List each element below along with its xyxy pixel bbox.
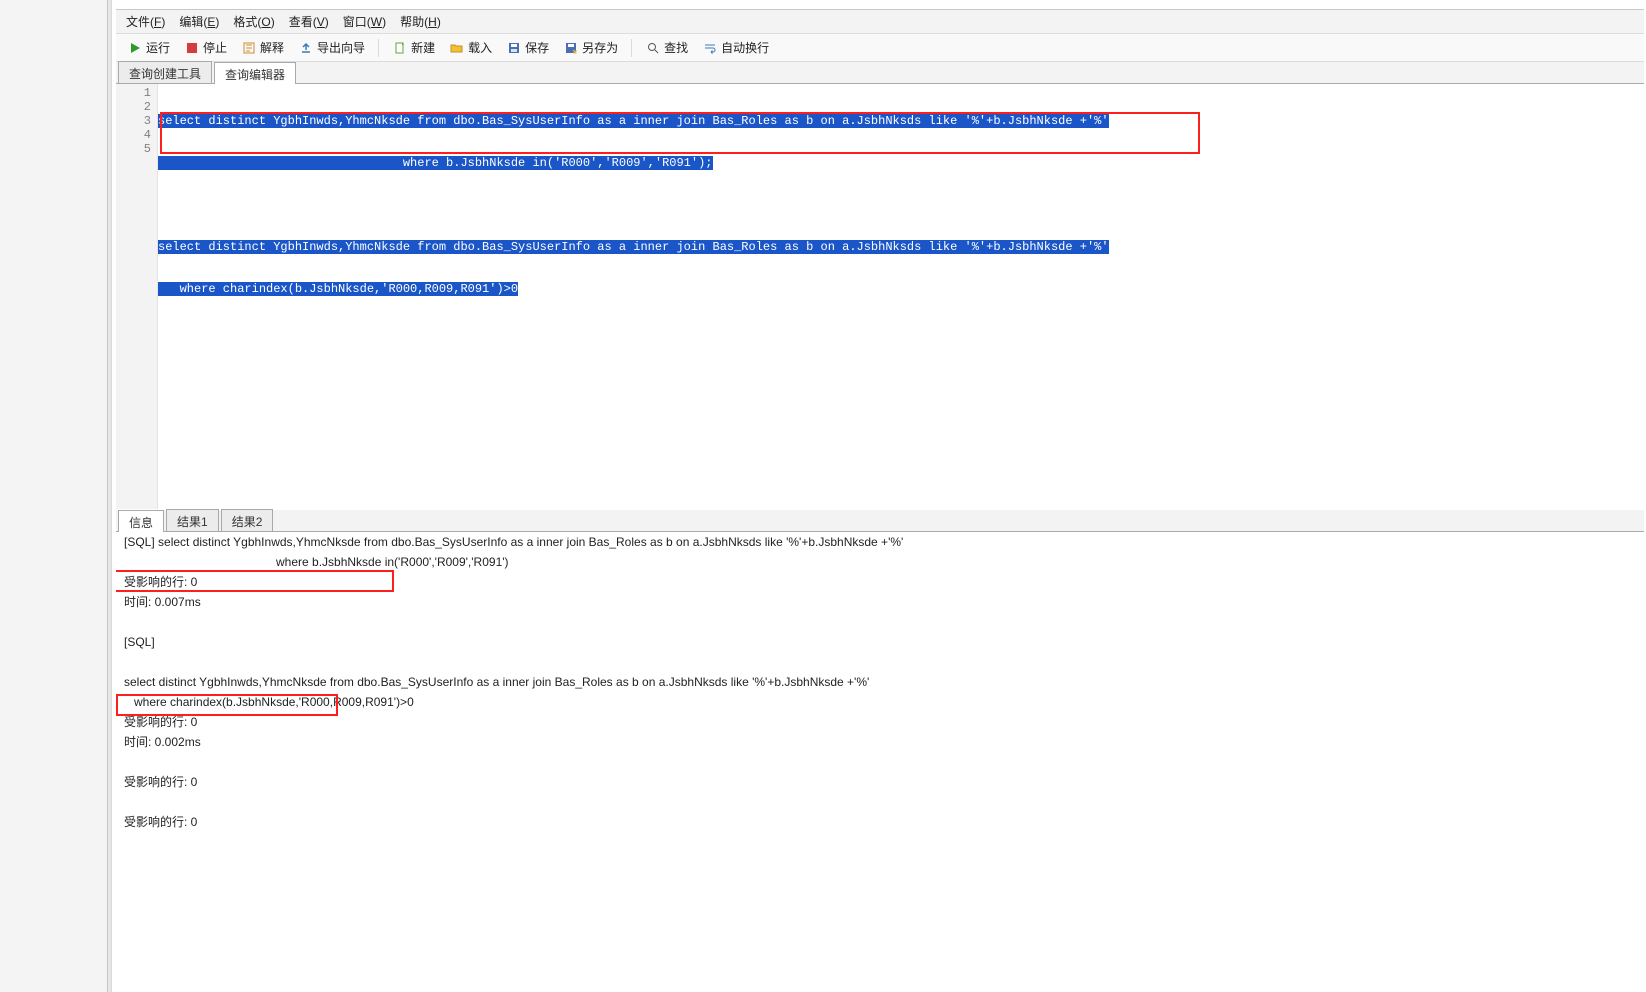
- save-button[interactable]: 保存: [501, 36, 554, 59]
- new-icon: [392, 40, 408, 56]
- message-line: where charindex(b.JsbhNksde,'R000,R009,R…: [116, 692, 1644, 712]
- save-as-icon: [563, 40, 579, 56]
- message-line: where b.JsbhNksde in('R000','R009','R091…: [116, 552, 1644, 572]
- load-button[interactable]: 载入: [444, 36, 497, 59]
- vertical-splitter[interactable]: [107, 0, 111, 992]
- message-line: 受影响的行: 0: [116, 712, 1644, 732]
- message-line: 受影响的行: 0: [116, 572, 1644, 592]
- stop-icon: [184, 40, 200, 56]
- run-button[interactable]: 运行: [122, 36, 175, 59]
- sql-editor[interactable]: 1 2 3 4 5 select distinct YgbhInwds,Yhmc…: [116, 84, 1644, 509]
- main-area: 文件(F) 编辑(E) 格式(O) 查看(V) 窗口(W) 帮助(H) 运行 停…: [112, 0, 1646, 992]
- tab-query-builder[interactable]: 查询创建工具: [118, 61, 212, 83]
- find-button[interactable]: 查找: [640, 36, 693, 59]
- menubar: 文件(F) 编辑(E) 格式(O) 查看(V) 窗口(W) 帮助(H): [116, 10, 1644, 34]
- search-icon: [645, 40, 661, 56]
- word-wrap-icon: [702, 40, 718, 56]
- new-button[interactable]: 新建: [387, 36, 440, 59]
- auto-wrap-button[interactable]: 自动换行: [697, 36, 774, 59]
- toolbar: 运行 停止 解释 导出向导 新建 载入: [116, 34, 1644, 62]
- tab-result-2[interactable]: 结果2: [221, 509, 274, 531]
- save-icon: [506, 40, 522, 56]
- menu-file[interactable]: 文件(F): [120, 11, 171, 32]
- top-tabstrip-cut: [116, 0, 1644, 10]
- export-icon: [298, 40, 314, 56]
- message-line: [SQL] select distinct YgbhInwds,YhmcNksd…: [116, 532, 1644, 552]
- tab-info[interactable]: 信息: [118, 510, 164, 532]
- app-window: 文件(F) 编辑(E) 格式(O) 查看(V) 窗口(W) 帮助(H) 运行 停…: [0, 0, 1646, 992]
- line-number: 2: [116, 100, 157, 114]
- save-as-button[interactable]: 另存为: [558, 36, 623, 59]
- tab-query-editor[interactable]: 查询编辑器: [214, 62, 296, 84]
- left-pane: [0, 0, 112, 992]
- code-line: select distinct YgbhInwds,YhmcNksde from…: [158, 114, 1109, 128]
- line-number: 4: [116, 128, 157, 142]
- explain-button[interactable]: 解释: [236, 36, 289, 59]
- code-line: select distinct YgbhInwds,YhmcNksde from…: [158, 240, 1109, 254]
- message-line: 时间: 0.002ms: [116, 732, 1644, 752]
- code-line: where charindex(b.JsbhNksde,'R000,R009,R…: [158, 282, 518, 296]
- message-line: [SQL]: [116, 632, 1644, 652]
- code-line: where b.JsbhNksde in('R000','R009','R091…: [158, 156, 713, 170]
- explain-icon: [241, 40, 257, 56]
- toolbar-separator: [378, 39, 379, 57]
- line-number: 5: [116, 142, 157, 156]
- message-line: select distinct YgbhInwds,YhmcNksde from…: [116, 672, 1644, 692]
- stop-button[interactable]: 停止: [179, 36, 232, 59]
- message-panel[interactable]: [SQL] select distinct YgbhInwds,YhmcNksd…: [116, 532, 1644, 992]
- line-number: 3: [116, 114, 157, 128]
- toolbar-separator: [631, 39, 632, 57]
- menu-view[interactable]: 查看(V): [283, 11, 335, 32]
- result-tabstrip: 信息 结果1 结果2: [116, 510, 1644, 532]
- line-gutter: 1 2 3 4 5: [116, 84, 158, 509]
- play-icon: [127, 40, 143, 56]
- open-folder-icon: [449, 40, 465, 56]
- menu-format[interactable]: 格式(O): [227, 11, 280, 32]
- message-line: 受影响的行: 0: [116, 812, 1644, 832]
- message-line: 受影响的行: 0: [116, 772, 1644, 792]
- line-number: 1: [116, 86, 157, 100]
- export-wizard-button[interactable]: 导出向导: [293, 36, 370, 59]
- message-line: 时间: 0.007ms: [116, 592, 1644, 612]
- editor-tabstrip: 查询创建工具 查询编辑器: [116, 62, 1644, 84]
- tab-result-1[interactable]: 结果1: [166, 509, 219, 531]
- code-area[interactable]: select distinct YgbhInwds,YhmcNksde from…: [158, 84, 1644, 509]
- menu-edit[interactable]: 编辑(E): [173, 11, 225, 32]
- menu-help[interactable]: 帮助(H): [394, 11, 447, 32]
- menu-window[interactable]: 窗口(W): [337, 11, 392, 32]
